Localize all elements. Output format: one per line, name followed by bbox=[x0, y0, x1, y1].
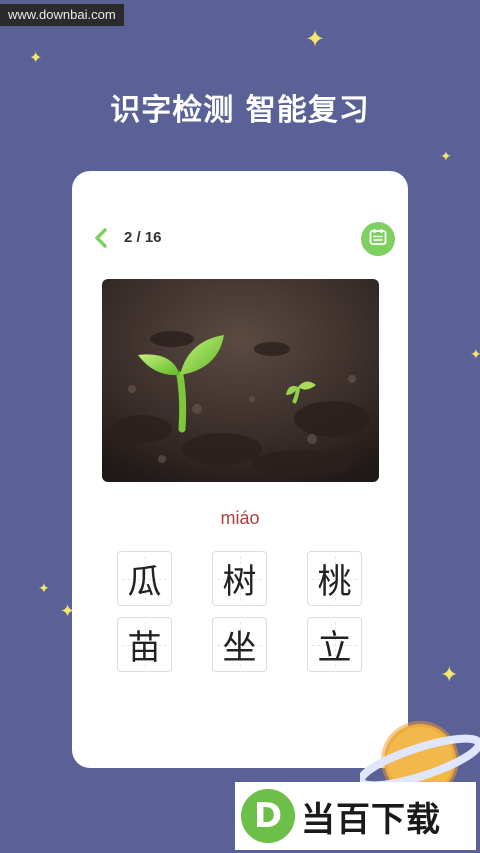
star-icon: ✦ bbox=[440, 663, 459, 688]
character-option[interactable]: 立 bbox=[307, 617, 362, 672]
back-chevron-icon[interactable] bbox=[92, 227, 110, 249]
brand-logo: D 当百下载 bbox=[235, 782, 476, 850]
star-icon: ✦ bbox=[470, 347, 480, 363]
calendar-icon bbox=[368, 227, 388, 251]
star-icon: ✦ bbox=[305, 25, 326, 53]
logo-mark-letter: D bbox=[253, 796, 283, 836]
character-option[interactable]: 苗 bbox=[117, 617, 172, 672]
character-glyph: 桃 bbox=[317, 562, 352, 602]
page-headline: 识字检测 智能复习 bbox=[110, 93, 370, 128]
character-options: 瓜 树 桃 苗 坐 立 bbox=[117, 551, 364, 675]
watermark: www.downbai.com bbox=[0, 4, 124, 26]
calendar-button[interactable] bbox=[361, 222, 395, 256]
quiz-card: 2 / 16 miáo 瓜 树 桃 苗 坐 立 bbox=[72, 171, 408, 768]
logo-text: 当百下载 bbox=[301, 799, 441, 840]
character-option[interactable]: 坐 bbox=[212, 617, 267, 672]
star-icon: ✦ bbox=[440, 149, 452, 165]
character-glyph: 树 bbox=[222, 562, 257, 602]
star-icon: ✦ bbox=[38, 581, 50, 597]
star-icon: ✦ bbox=[29, 48, 43, 67]
character-glyph: 苗 bbox=[127, 628, 162, 668]
word-photo bbox=[102, 279, 379, 482]
character-option[interactable]: 树 bbox=[212, 551, 267, 606]
pinyin-label: miáo bbox=[220, 508, 260, 528]
character-option[interactable]: 瓜 bbox=[117, 551, 172, 606]
character-glyph: 瓜 bbox=[127, 562, 162, 602]
character-glyph: 立 bbox=[317, 628, 352, 668]
logo-mark: D bbox=[241, 789, 295, 843]
character-glyph: 坐 bbox=[222, 628, 257, 668]
character-option[interactable]: 桃 bbox=[307, 551, 362, 606]
progress-counter: 2 / 16 bbox=[124, 229, 162, 246]
